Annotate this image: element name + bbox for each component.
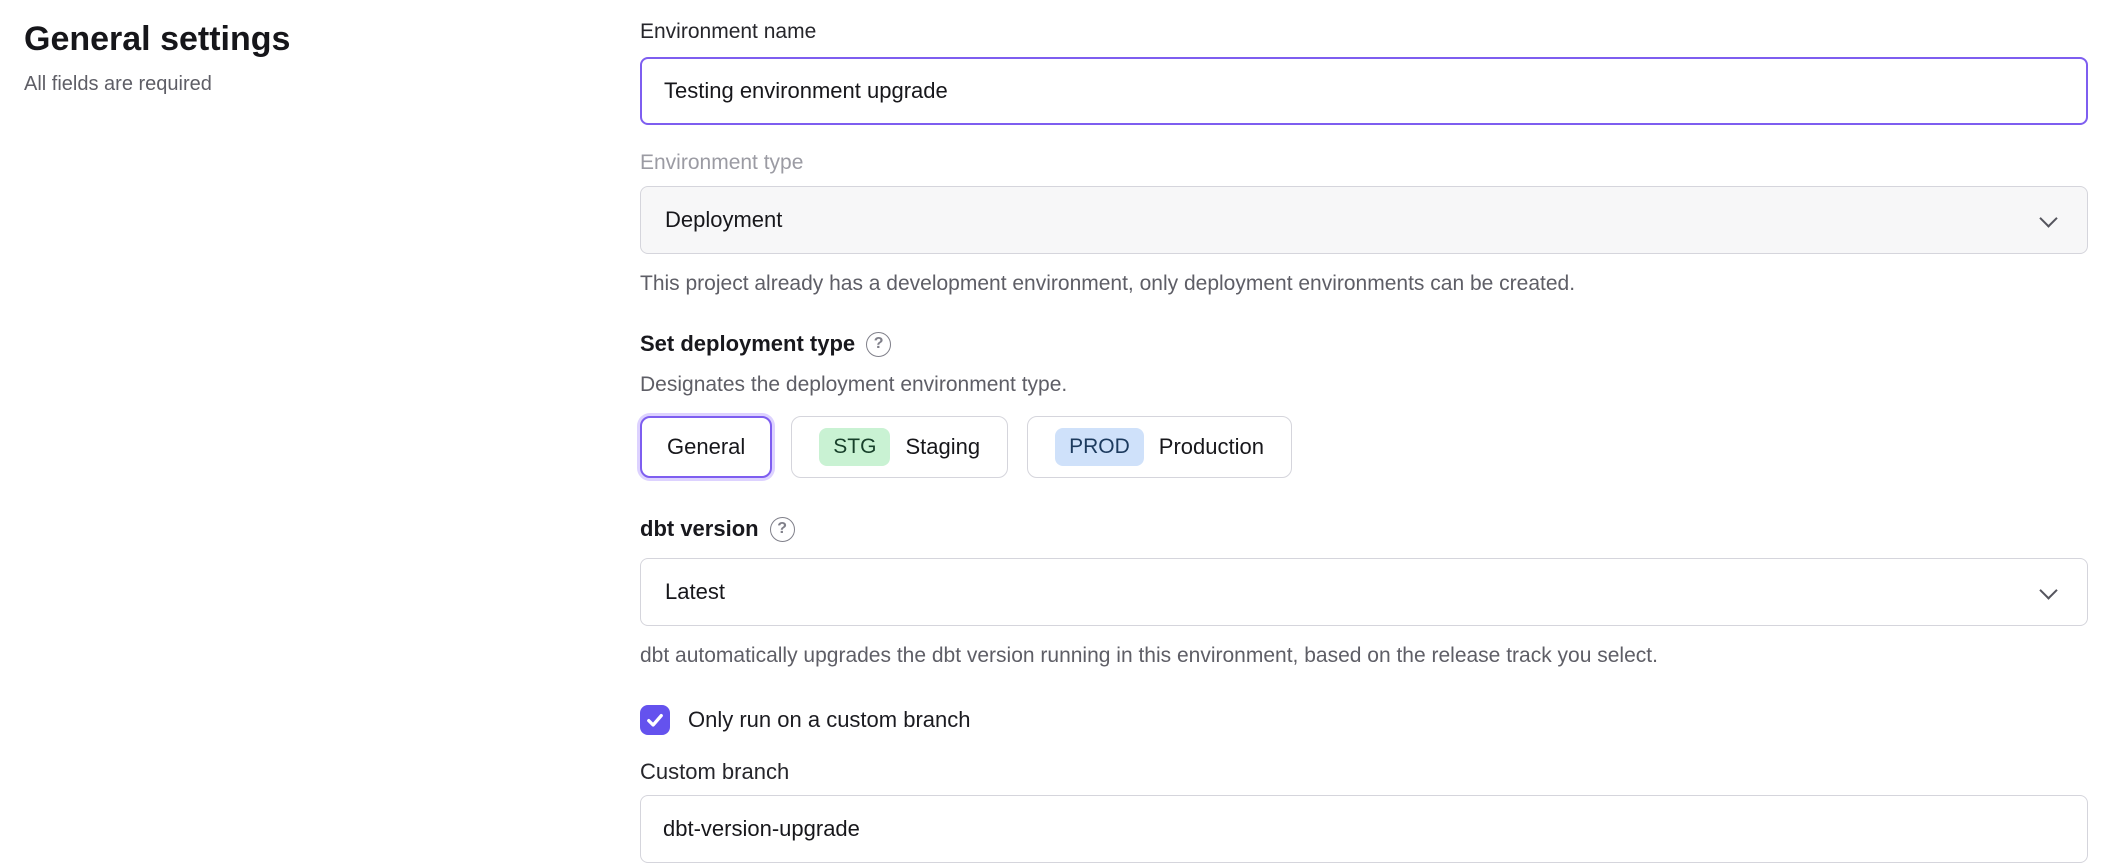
dbt-version-heading: dbt version ?: [640, 514, 2088, 544]
custom-branch-input[interactable]: [640, 795, 2088, 863]
deployment-type-production-label: Production: [1159, 434, 1264, 460]
help-icon[interactable]: ?: [866, 332, 891, 357]
deployment-type-production-button[interactable]: PROD Production: [1027, 416, 1292, 478]
deployment-type-options: General STG Staging PROD Production: [640, 416, 2088, 478]
page-subtitle: All fields are required: [24, 73, 290, 96]
deployment-type-staging-label: Staging: [905, 434, 980, 460]
production-badge: PROD: [1055, 428, 1144, 466]
environment-settings-page: General settings All fields are required…: [0, 0, 2116, 864]
environment-type-value: Deployment: [665, 207, 782, 233]
check-icon: [645, 710, 665, 730]
settings-form: Environment name Environment type Deploy…: [640, 18, 2088, 863]
help-icon[interactable]: ?: [770, 517, 795, 542]
deployment-type-heading-text: Set deployment type: [640, 329, 855, 359]
dbt-version-value: Latest: [665, 579, 725, 605]
dbt-version-select[interactable]: Latest: [640, 558, 2088, 626]
dbt-version-heading-text: dbt version: [640, 514, 759, 544]
deployment-type-general-label: General: [667, 434, 745, 460]
environment-name-input[interactable]: [640, 57, 2088, 125]
deployment-type-general-button[interactable]: General: [640, 416, 772, 478]
environment-type-select[interactable]: Deployment: [640, 186, 2088, 254]
page-title: General settings: [24, 20, 290, 59]
deployment-type-heading: Set deployment type ?: [640, 329, 2088, 359]
environment-type-helper: This project already has a development e…: [640, 270, 2088, 297]
chevron-down-icon: [2039, 209, 2057, 227]
deployment-type-staging-button[interactable]: STG Staging: [791, 416, 1008, 478]
environment-type-label: Environment type: [640, 149, 2088, 176]
custom-branch-checkbox[interactable]: [640, 705, 670, 735]
deployment-type-description: Designates the deployment environment ty…: [640, 371, 2088, 398]
staging-badge: STG: [819, 428, 890, 466]
custom-branch-label: Custom branch: [640, 759, 2088, 785]
settings-header: General settings All fields are required: [24, 20, 290, 96]
dbt-version-helper: dbt automatically upgrades the dbt versi…: [640, 642, 2088, 669]
environment-name-label: Environment name: [640, 18, 2088, 45]
custom-branch-toggle-row: Only run on a custom branch: [640, 705, 2088, 735]
custom-branch-toggle-label[interactable]: Only run on a custom branch: [688, 707, 970, 733]
chevron-down-icon: [2039, 581, 2057, 599]
